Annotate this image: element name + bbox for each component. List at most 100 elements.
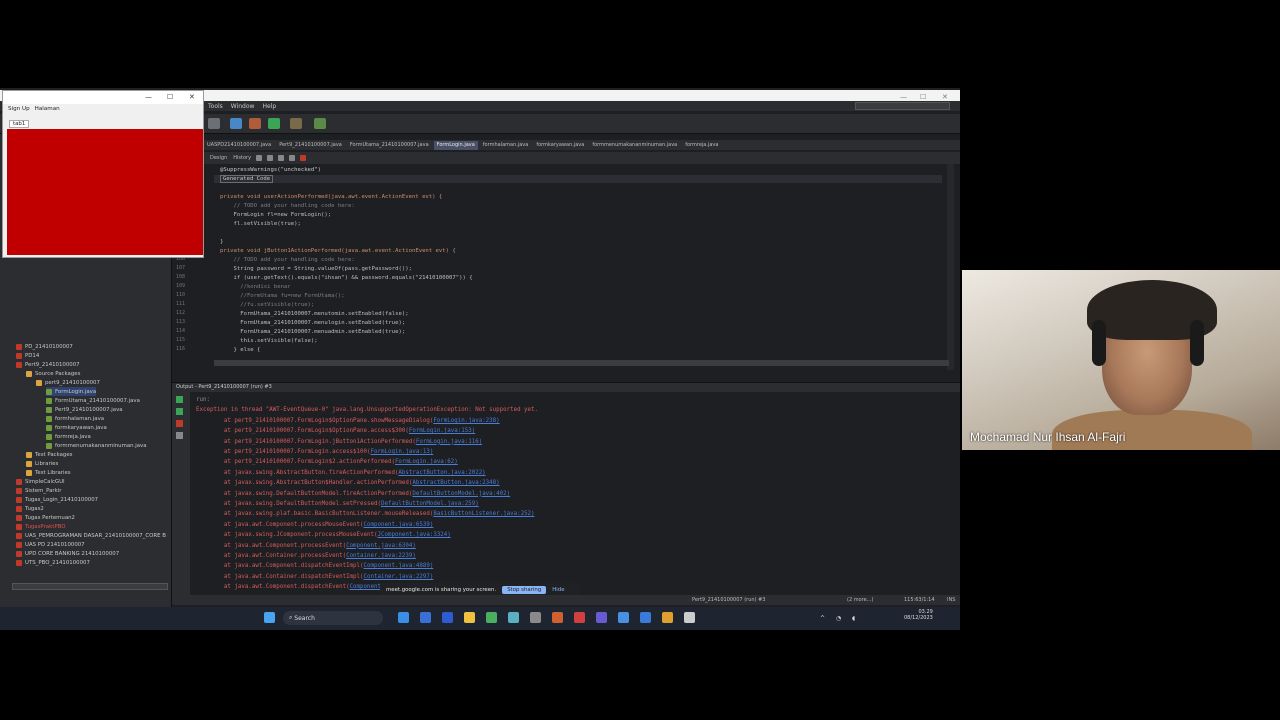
tree-item[interactable]: formhalaman.java [46, 414, 104, 423]
maximize-icon[interactable]: ☐ [167, 93, 173, 101]
settings-icon[interactable] [176, 432, 183, 439]
ide-search-input[interactable] [855, 102, 950, 110]
editor-tab[interactable]: UASPD21410100007.java [204, 141, 274, 150]
tree-item[interactable]: UTS_PBO_21410100007 [16, 558, 90, 567]
wifi-icon[interactable]: ◔ [836, 615, 841, 622]
stacktrace-link[interactable]: Container.java:2239) [346, 553, 416, 559]
app-icon[interactable] [684, 612, 695, 623]
stacktrace-link[interactable]: JComponent.java:3324) [377, 532, 450, 538]
tree-item[interactable]: UAS PD 21410100007 [16, 540, 85, 549]
stacktrace-link[interactable]: Component.java:6539) [364, 522, 434, 528]
tree-item[interactable]: formreja.java [46, 432, 91, 441]
code-editor[interactable]: @SuppressWarnings("unchecked") Generated … [172, 164, 960, 370]
minimize-icon[interactable]: — [900, 93, 907, 101]
clean-build-icon[interactable] [249, 118, 261, 129]
menu-halaman[interactable]: Halaman [35, 106, 60, 112]
editor-tab[interactable]: Pert9_21410100007.java [276, 141, 345, 150]
editor-hscrollbar[interactable] [214, 360, 949, 366]
stacktrace-link[interactable]: FormLogin.java:153) [409, 428, 475, 434]
run-icon[interactable] [268, 118, 280, 129]
hammer-icon[interactable] [230, 118, 242, 129]
tree-item[interactable]: UAS_PEMROGRAMAN DASAR_21410100007_CORE B [16, 531, 166, 540]
stacktrace-link[interactable]: FormLogin.java:116) [416, 439, 482, 445]
editor-vscrollbar[interactable] [947, 164, 954, 370]
output-title[interactable]: Output - Pert9_21410100007 (run) #3 [172, 383, 960, 392]
stop-macro-icon[interactable] [300, 155, 307, 161]
editor-tab[interactable]: formkaryawan.java [533, 141, 587, 150]
stop-icon[interactable] [176, 420, 183, 427]
close-icon[interactable]: ✕ [942, 93, 948, 101]
netbeans-icon[interactable] [618, 612, 629, 623]
project-hscrollbar[interactable] [12, 583, 168, 590]
stacktrace-link[interactable]: AbstractButton.java:2348) [412, 480, 499, 486]
tree-item[interactable]: FormUtama_21410100007.java [46, 396, 140, 405]
tree-item[interactable]: Tugas2 [16, 504, 44, 513]
rerun-icon[interactable] [176, 396, 183, 403]
editor-tab[interactable]: FormUtama_21410100007.java [347, 141, 432, 150]
stacktrace-link[interactable]: AbstractButton.java:2022) [398, 470, 485, 476]
toggle-icon[interactable] [289, 155, 296, 161]
tree-item[interactable]: UPD CORE BANKING 21410100007 [16, 549, 119, 558]
maximize-icon[interactable]: ☐ [920, 93, 926, 101]
edge-icon[interactable] [398, 612, 409, 623]
editor-tab[interactable]: formmenumakananminuman.java [589, 141, 680, 150]
stacktrace-link[interactable]: FormLogin.java:13) [371, 449, 434, 455]
app-icon[interactable] [596, 612, 607, 623]
tree-item[interactable]: Pert9_21410100007 [16, 360, 80, 369]
hide-button[interactable]: Hide [552, 587, 564, 593]
app-icon[interactable] [508, 612, 519, 623]
tree-item[interactable]: FormLogin.java [46, 387, 97, 396]
design-tab[interactable]: Design [210, 155, 227, 161]
stacktrace-link[interactable]: FormLogin.java:62) [395, 459, 458, 465]
tree-item[interactable]: Tugas_Login_21410100007 [16, 495, 98, 504]
sound-icon[interactable]: ◖ [852, 615, 855, 622]
tree-item[interactable]: pert9_21410100007 [36, 378, 100, 387]
stacktrace-link[interactable]: Component.java:4889) [364, 563, 434, 569]
tree-item[interactable]: Test Libraries [26, 468, 71, 477]
folder-icon[interactable] [464, 612, 475, 623]
debug-icon[interactable] [290, 118, 302, 129]
settings-icon[interactable] [530, 612, 541, 623]
taskbar-search[interactable]: ⌕ Search [283, 611, 383, 625]
tree-item[interactable]: Pert9_21410100007.java [46, 405, 123, 414]
chrome-icon[interactable] [662, 612, 673, 623]
tree-item[interactable]: Tugas Pertemuan2 [16, 513, 75, 522]
clock[interactable]: 03.29 08/12/2023 [904, 609, 933, 621]
forward-icon[interactable] [267, 155, 274, 161]
search-icon[interactable] [278, 155, 285, 161]
app-icon[interactable] [640, 612, 651, 623]
tree-item[interactable]: Test Packages [26, 450, 72, 459]
settings-icon[interactable] [208, 118, 220, 129]
menu-sign-up[interactable]: Sign Up [8, 106, 30, 112]
chevron-up-icon[interactable]: ^ [820, 615, 825, 622]
menu-window[interactable]: Window [231, 103, 255, 110]
tab-tab1[interactable]: tab1 [9, 120, 30, 128]
close-icon[interactable]: ✕ [189, 93, 195, 101]
tree-item[interactable]: formkaryawan.java [46, 423, 107, 432]
app-icon[interactable] [552, 612, 563, 623]
profile-icon[interactable] [314, 118, 326, 129]
tree-item[interactable]: TugasPraktPBO [16, 522, 65, 531]
stacktrace-link[interactable]: Container.java:2297) [364, 574, 434, 580]
rerun-debug-icon[interactable] [176, 408, 183, 415]
stop-sharing-button[interactable]: Stop sharing [502, 586, 547, 594]
stacktrace-link[interactable]: DefaultButtonModel.java:402) [412, 491, 510, 497]
tree-item[interactable]: Sistem_Parkir [16, 486, 61, 495]
app-icon[interactable] [574, 612, 585, 623]
start-icon[interactable] [264, 612, 275, 623]
tree-item[interactable]: PD14 [16, 351, 39, 360]
tree-item[interactable]: Libraries [26, 459, 58, 468]
chrome-icon[interactable] [486, 612, 497, 623]
status-run[interactable]: Pert9_21410100007 (run) #3 [692, 597, 765, 603]
tree-item[interactable]: SimpleCalcGUI [16, 477, 65, 486]
stacktrace-link[interactable]: DefaultButtonModel.java:259) [381, 501, 479, 507]
stacktrace-link[interactable]: FormLogin.java:238) [433, 418, 499, 424]
editor-tab[interactable]: formhalaman.java [480, 141, 532, 150]
menu-help[interactable]: Help [262, 103, 276, 110]
app-icon[interactable] [442, 612, 453, 623]
menu-tools[interactable]: Tools [208, 103, 223, 110]
editor-tab[interactable]: FormLogin.java [433, 140, 478, 150]
tree-item[interactable]: formmenumakananminuman.java [46, 441, 147, 450]
stacktrace-link[interactable]: Component.java:6304) [346, 543, 416, 549]
tree-item[interactable]: Source Packages [26, 369, 80, 378]
